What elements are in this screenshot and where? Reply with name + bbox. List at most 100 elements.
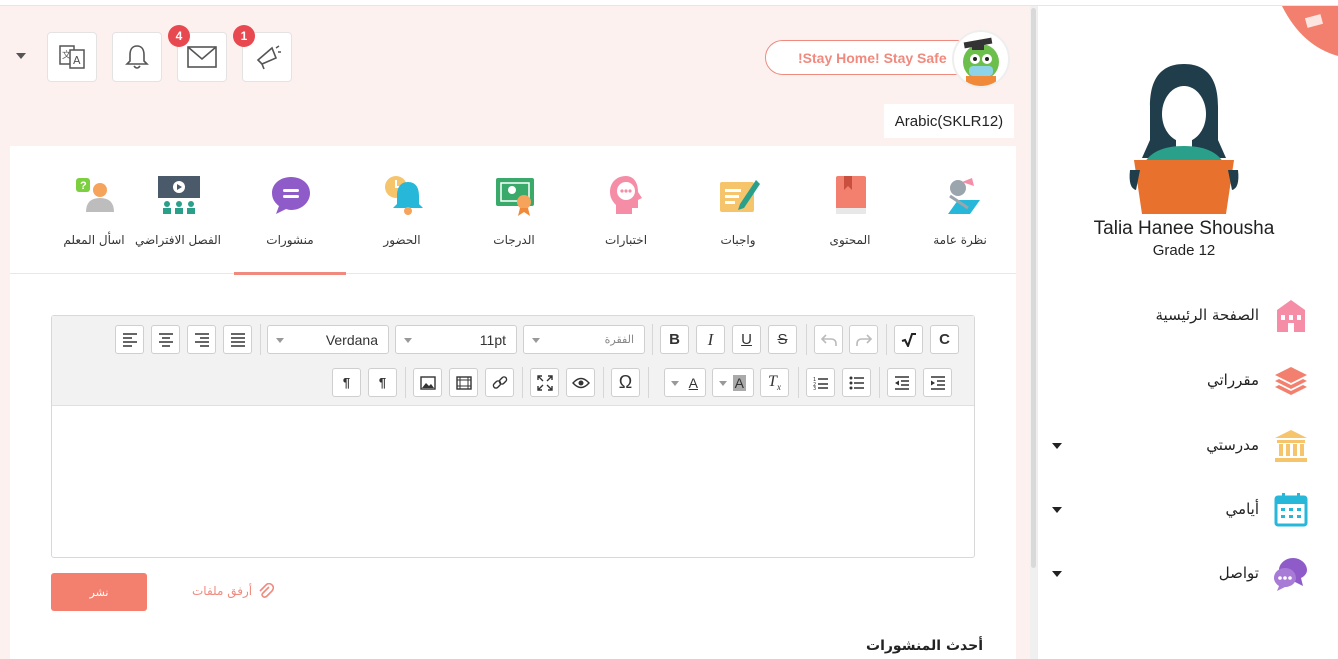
undo-button[interactable] (814, 325, 843, 354)
text-color-button[interactable]: A (664, 368, 706, 397)
notifications-button[interactable] (112, 32, 162, 82)
align-center-icon (158, 332, 173, 347)
align-left-button[interactable] (115, 325, 144, 354)
envelope-icon (187, 46, 217, 68)
c-icon: C (939, 331, 950, 348)
nav-item-label: مقرراتي (1207, 371, 1259, 389)
calendar-icon (1274, 493, 1308, 527)
strikethrough-icon: S (777, 331, 788, 348)
tab-attendance[interactable]: الحضور (346, 146, 458, 274)
preview-button[interactable] (566, 368, 595, 397)
special-chars-button[interactable]: Ω (611, 368, 640, 397)
toolbar-separator (405, 367, 406, 398)
tab-label: الحضور (383, 233, 421, 247)
toolbar-separator (260, 324, 261, 355)
chevron-down-icon[interactable] (1052, 571, 1062, 577)
overview-icon (948, 178, 980, 214)
toolbar-separator (522, 367, 523, 398)
book-icon (836, 176, 866, 214)
clear-format-button[interactable]: Tx (760, 368, 789, 397)
insert-link-button[interactable] (485, 368, 514, 397)
font-size-select[interactable]: 11pt (395, 325, 517, 354)
unordered-list-button[interactable] (842, 368, 871, 397)
ordered-list-button[interactable]: 123 (806, 368, 835, 397)
editor-toolbar: Verdana 11pt الفقرة B I U S C ¶ ¶ Ω A A … (52, 316, 974, 406)
chevron-down-icon[interactable] (1052, 507, 1062, 513)
paperclip-icon (259, 583, 275, 598)
toolbar-separator (648, 367, 649, 398)
nav-item-label: أيامي (1225, 500, 1259, 518)
stay-home-banner: !Stay Home! Stay Safe (765, 40, 977, 75)
tab-overview[interactable]: نظرة عامة (904, 146, 1016, 274)
tab-label: الدرجات (493, 233, 535, 247)
grades-certificate-icon (496, 178, 534, 216)
redo-button[interactable] (849, 325, 878, 354)
translate-icon: A 文 (59, 45, 85, 69)
underline-button[interactable]: U (732, 325, 761, 354)
justify-button[interactable] (223, 325, 252, 354)
math-formula-button[interactable] (894, 325, 923, 354)
scrollbar-thumb[interactable] (1031, 8, 1036, 568)
insert-video-button[interactable] (449, 368, 478, 397)
tab-posts[interactable]: منشورات (234, 146, 346, 275)
tab-label: اختبارات (604, 233, 648, 247)
background-color-button[interactable]: A (712, 368, 754, 397)
ltr-direction-button[interactable]: ¶ (368, 368, 397, 397)
link-icon (492, 375, 507, 389)
svg-text:3: 3 (813, 386, 816, 390)
tab-content[interactable]: المحتوى (794, 146, 906, 274)
italic-button[interactable]: I (696, 325, 725, 354)
translate-button[interactable]: A 文 (47, 32, 97, 82)
fullscreen-button[interactable] (530, 368, 559, 397)
editor-text-area[interactable] (52, 407, 974, 557)
chat-bubbles-icon (1274, 558, 1307, 591)
bell-icon (125, 45, 149, 69)
toolbar-separator (879, 367, 880, 398)
chemistry-button[interactable]: C (930, 325, 959, 354)
virtual-class-icon (158, 176, 200, 214)
announcements-badge: 1 (233, 25, 255, 47)
chevron-down-icon[interactable] (1052, 443, 1062, 449)
nav-item-my-school[interactable]: مدرستي (1038, 426, 1338, 466)
align-left-icon (122, 332, 137, 347)
header-menu-caret[interactable] (16, 53, 26, 59)
strikethrough-button[interactable]: S (768, 325, 797, 354)
tab-assignments[interactable]: واجبات (682, 146, 794, 274)
video-icon (455, 375, 472, 390)
pilcrow-rtl-icon: ¶ (342, 375, 351, 390)
tab-virtual-class[interactable]: الفصل الافتراضي (122, 146, 234, 274)
tab-label: واجبات (720, 233, 756, 247)
nav-item-my-courses[interactable]: مقرراتي (1038, 361, 1338, 401)
bold-button[interactable]: B (660, 325, 689, 354)
publish-button[interactable]: نشر (51, 573, 147, 611)
insert-image-button[interactable] (413, 368, 442, 397)
paragraph-format-select[interactable]: الفقرة (523, 325, 645, 354)
announcements-button[interactable]: 1 (233, 25, 292, 82)
messages-button[interactable]: 4 (168, 25, 227, 82)
tab-grades[interactable]: الدرجات (458, 146, 570, 274)
bullet-list-icon (849, 376, 864, 389)
outdent-button[interactable] (887, 368, 916, 397)
chevron-down-icon (276, 338, 284, 343)
main-scrollbar[interactable] (1030, 6, 1037, 659)
attach-files-link[interactable]: أرفق ملفات (192, 583, 275, 599)
indent-button[interactable] (923, 368, 952, 397)
pilcrow-ltr-icon: ¶ (378, 375, 387, 390)
rtl-direction-button[interactable]: ¶ (332, 368, 361, 397)
assignment-icon (720, 180, 760, 212)
nav-item-my-days[interactable]: أيامي (1038, 490, 1338, 530)
frog-mascot-icon (963, 37, 999, 86)
align-center-button[interactable] (151, 325, 180, 354)
eye-icon (571, 377, 590, 388)
posts-chat-icon (272, 177, 310, 214)
attach-files-label: أرفق ملفات (192, 584, 253, 598)
align-right-button[interactable] (187, 325, 216, 354)
toolbar-separator (886, 324, 887, 355)
nav-item-communicate[interactable]: تواصل (1038, 554, 1338, 594)
nav-item-home[interactable]: الصفحة الرئيسية (1038, 296, 1338, 336)
font-family-select[interactable]: Verdana (267, 325, 389, 354)
toolbar-separator (806, 324, 807, 355)
tab-quizzes[interactable]: اختبارات (570, 146, 682, 274)
indent-icon (930, 375, 945, 390)
user-grade: Grade 12 (1152, 242, 1216, 259)
